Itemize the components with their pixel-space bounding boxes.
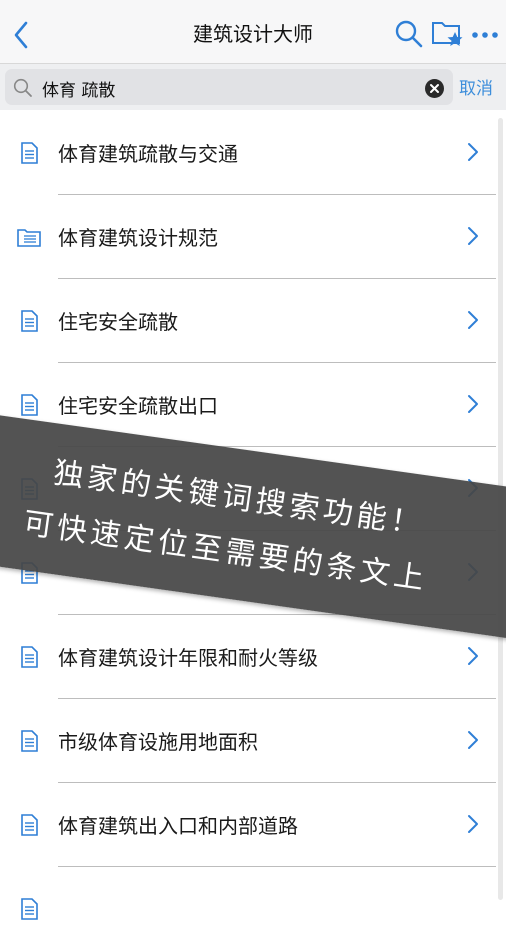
list-item-label: 体育建筑设计年限和耐火等级 <box>58 646 318 670</box>
navigation-bar: 建筑设计大师 <box>0 0 506 64</box>
document-icon <box>16 645 42 669</box>
favorite-folder-icon[interactable] <box>431 18 465 50</box>
list-item-label: 体育建筑出入口和内部道路 <box>58 814 298 838</box>
magnifier-icon <box>13 78 33 98</box>
document-icon <box>16 141 42 165</box>
list-item-label: 体育建筑设计规范 <box>58 226 218 250</box>
list-item[interactable]: 体育建筑设计规范 <box>0 194 496 279</box>
chevron-right-icon <box>466 812 480 836</box>
folder-list-icon <box>16 225 42 249</box>
list-item-label: 住宅安全疏散 <box>58 310 178 334</box>
list-item[interactable]: 体育建筑疏散与交通 <box>0 110 496 195</box>
cancel-button[interactable]: 取消 <box>459 74 493 99</box>
document-icon <box>16 813 42 837</box>
document-icon <box>16 729 42 753</box>
list-item[interactable]: 体育建筑设计年限和耐火等级 <box>0 614 496 699</box>
chevron-right-icon <box>466 644 480 668</box>
search-query[interactable]: 体育 疏散 <box>42 76 115 101</box>
search-bar: 体育 疏散 <box>0 64 506 110</box>
clear-icon[interactable] <box>425 79 444 98</box>
chevron-right-icon <box>466 140 480 164</box>
document-icon <box>16 393 42 417</box>
list-item[interactable] <box>0 866 496 950</box>
list-item[interactable]: 市级体育设施用地面积 <box>0 698 496 783</box>
chevron-right-icon <box>466 308 480 332</box>
list-item-label: 市级体育设施用地面积 <box>58 730 258 754</box>
search-input[interactable]: 体育 疏散 <box>5 69 453 105</box>
list-item-label: 体育建筑疏散与交通 <box>58 142 238 166</box>
list-item[interactable]: 体育建筑出入口和内部道路 <box>0 782 496 867</box>
more-icon[interactable] <box>470 23 500 47</box>
chevron-right-icon <box>466 224 480 248</box>
chevron-right-icon <box>466 392 480 416</box>
list-item-label: 住宅安全疏散出口 <box>58 394 218 418</box>
list-item[interactable]: 住宅安全疏散 <box>0 278 496 363</box>
document-icon <box>16 309 42 333</box>
chevron-right-icon <box>466 728 480 752</box>
document-icon <box>16 897 42 921</box>
search-icon[interactable] <box>394 19 424 49</box>
